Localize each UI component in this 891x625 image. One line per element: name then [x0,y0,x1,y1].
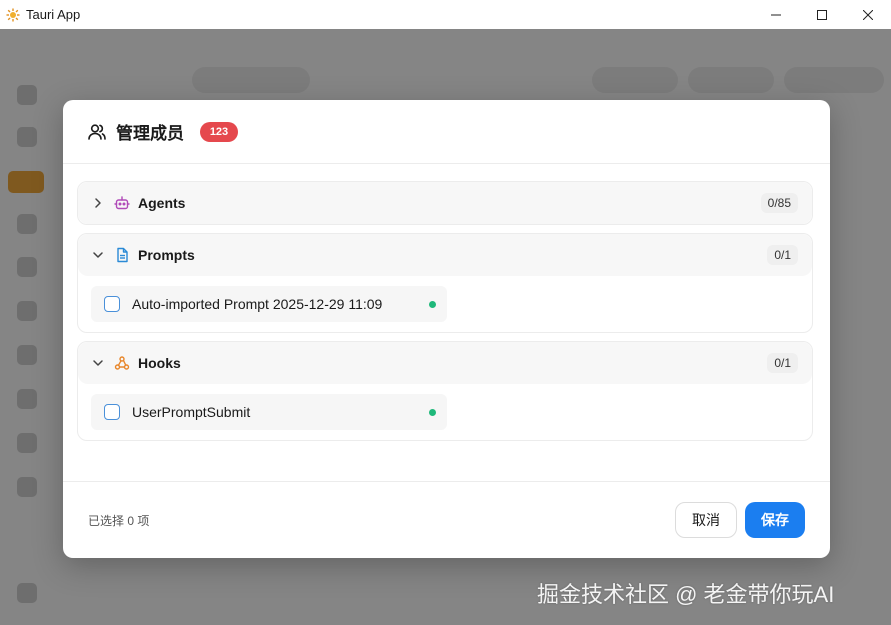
section-hooks: Hooks 0/1 UserPromptSubmit [77,341,813,441]
section-name-prompts: Prompts [138,247,195,263]
item-checkbox[interactable] [104,296,120,312]
close-window-button[interactable] [845,0,891,29]
section-name-agents: Agents [138,195,186,211]
section-items-hooks: UserPromptSubmit [78,384,812,440]
section-header-hooks[interactable]: Hooks 0/1 [78,342,812,384]
dialog-footer: 已选择 0 项 取消 保存 [63,481,830,558]
chevron-right-icon [95,198,101,208]
dialog-body: Agents 0/85 Prompts 0/1 Auto-imported Pr… [63,165,830,481]
manage-members-dialog: 管理成员 123 Agents 0/85 Prompts 0/1 Auto-im… [63,100,830,558]
users-icon [88,123,106,140]
maximize-button[interactable] [799,0,845,29]
dialog-header: 管理成员 123 [63,100,830,164]
item-checkbox[interactable] [104,404,120,420]
document-icon [117,247,128,263]
section-count-agents: 0/85 [760,193,798,213]
chevron-down-icon [93,252,103,258]
item-label: Auto-imported Prompt 2025-12-29 11:09 [132,296,383,312]
chevron-down-icon [93,360,103,366]
cancel-button[interactable]: 取消 [675,502,737,538]
section-items-prompts: Auto-imported Prompt 2025-12-29 11:09 [78,276,812,332]
section-agents: Agents 0/85 [77,181,813,225]
section-count-hooks: 0/1 [767,353,798,373]
list-item-prompt[interactable]: Auto-imported Prompt 2025-12-29 11:09 [91,286,447,322]
window-controls [753,0,891,29]
section-prompts: Prompts 0/1 Auto-imported Prompt 2025-12… [77,233,813,333]
maximize-icon [817,9,827,20]
title-bar: Tauri App [0,0,891,29]
status-dot [429,301,436,308]
robot-icon [114,196,130,210]
section-name-hooks: Hooks [138,355,181,371]
close-icon [863,9,873,20]
webhook-icon [114,356,130,370]
watermark: 掘金技术社区 @ 老金带你玩AI [537,582,835,607]
window-title: Tauri App [26,7,81,22]
dialog-title: 管理成员 [116,124,184,143]
section-header-agents[interactable]: Agents 0/85 [78,182,812,224]
minimize-button[interactable] [753,0,799,29]
app-logo-icon [6,8,20,21]
section-header-prompts[interactable]: Prompts 0/1 [78,234,812,276]
member-count-badge: 123 [200,121,238,142]
section-count-prompts: 0/1 [767,245,798,265]
selection-count: 已选择 0 项 [88,513,150,528]
status-dot [429,409,436,416]
list-item-hook[interactable]: UserPromptSubmit [91,394,447,430]
save-button[interactable]: 保存 [745,502,805,538]
item-label: UserPromptSubmit [132,404,251,420]
minimize-icon [771,14,781,15]
